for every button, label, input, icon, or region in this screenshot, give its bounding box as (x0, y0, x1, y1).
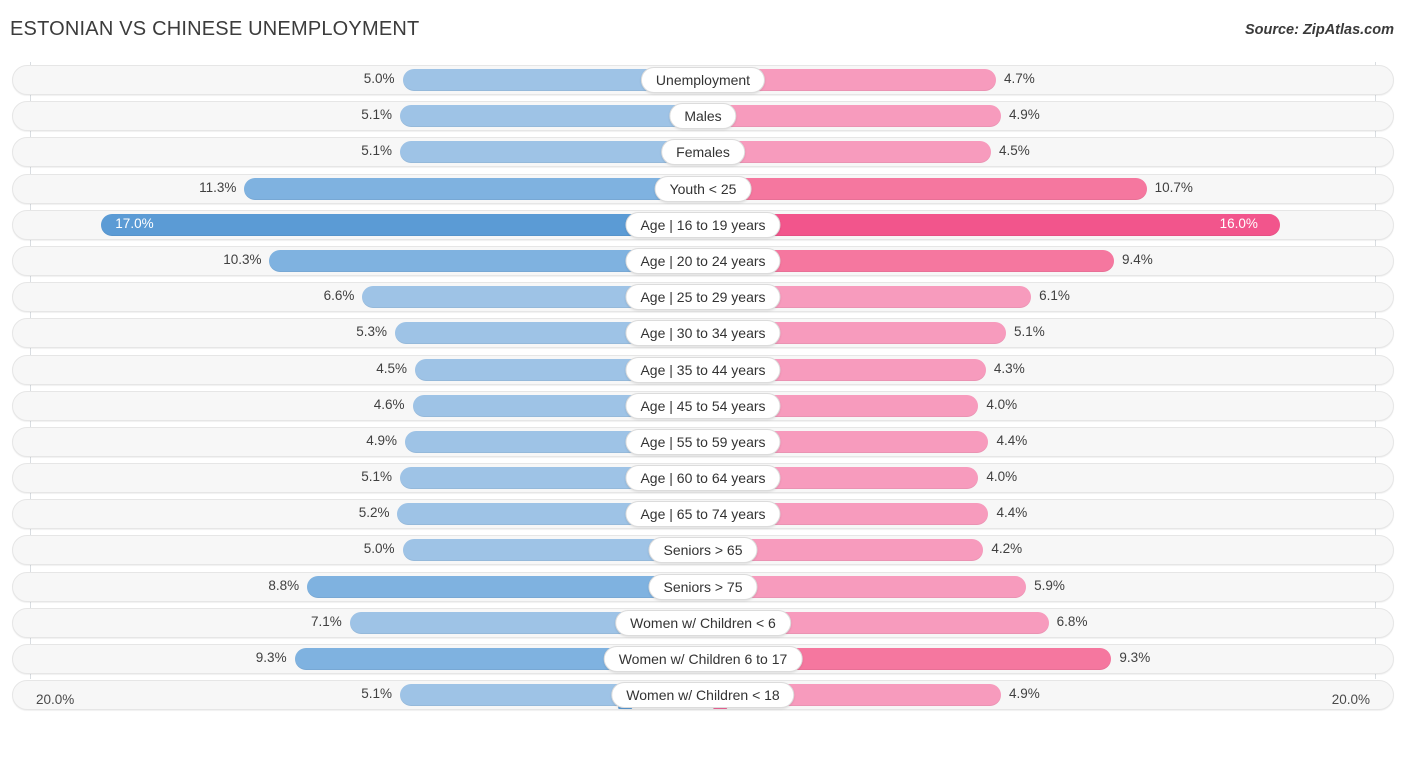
bar-chinese[interactable] (703, 141, 991, 164)
bar-row[interactable]: 8.8% 5.9% Seniors > 75 (0, 569, 1406, 605)
plot-area: 5.0% 4.7% Unemployment 5.1% 4.9% Males 5.1% 4.5… (0, 62, 1406, 717)
category-label: Age | 55 to 59 years (625, 428, 781, 455)
page-title: ESTONIAN VS CHINESE UNEMPLOYMENT (10, 18, 420, 40)
value-label-chinese: 4.4% (996, 432, 1028, 448)
bar-chinese[interactable] (703, 177, 1147, 200)
bar-estonian[interactable] (400, 141, 703, 164)
value-label-estonian: 5.1% (361, 686, 392, 702)
value-label-chinese: 4.0% (986, 469, 1018, 485)
category-label: Age | 35 to 44 years (625, 356, 781, 383)
bar-row[interactable]: 5.1% 4.5% Females (0, 134, 1406, 170)
category-label: Women w/ Children < 6 (615, 609, 791, 636)
bar-row[interactable]: 5.0% 4.2% Seniors > 65 (0, 532, 1406, 568)
bar-estonian[interactable] (244, 177, 703, 200)
value-label-chinese: 6.8% (1056, 613, 1088, 629)
value-label-chinese: 6.1% (1039, 288, 1070, 304)
value-label-chinese: 4.5% (998, 143, 1030, 159)
value-label-estonian: 9.3% (255, 650, 287, 665)
bar-row[interactable]: 11.3% 10.7% Youth < 25 (0, 171, 1406, 207)
value-label-estonian: 5.0% (363, 71, 395, 86)
value-label-chinese: 5.1% (1014, 324, 1045, 340)
category-label: Women w/ Children 6 to 17 (603, 646, 803, 672)
bar-row[interactable]: 4.9% 4.4% Age | 55 to 59 years (0, 424, 1406, 460)
category-label: Age | 45 to 54 years (625, 392, 781, 419)
value-label-chinese: 9.3% (1119, 650, 1151, 665)
bar-chinese[interactable] (703, 105, 1001, 128)
value-label-estonian: 5.1% (361, 143, 392, 159)
value-label-estonian: 5.1% (361, 107, 392, 123)
category-label: Age | 65 to 74 years (625, 501, 781, 528)
value-label-estonian: 11.3% (199, 179, 237, 195)
bar-row[interactable]: 5.0% 4.7% Unemployment (0, 62, 1406, 98)
value-label-chinese: 4.4% (996, 505, 1028, 521)
bar-rows: 5.0% 4.7% Unemployment 5.1% 4.9% Males 5.1% 4.5… (0, 62, 1406, 713)
value-label-estonian: 7.1% (311, 613, 342, 629)
value-label-estonian: 4.9% (366, 432, 398, 448)
bar-row[interactable]: 5.3% 5.1% Age | 30 to 34 years (0, 315, 1406, 351)
bar-estonian[interactable] (101, 213, 703, 236)
category-label: Unemployment (640, 67, 766, 93)
category-label: Age | 25 to 29 years (625, 284, 781, 311)
source-attribution: Source: ZipAtlas.com (1244, 22, 1394, 38)
value-label-chinese: 10.7% (1154, 179, 1193, 195)
bar-estonian[interactable] (400, 105, 703, 128)
bar-row[interactable]: 4.5% 4.3% Age | 35 to 44 years (0, 352, 1406, 388)
value-label-estonian: 10.3% (223, 251, 262, 267)
value-label-estonian: 4.5% (376, 360, 408, 376)
chart-root: ESTONIAN VS CHINESE UNEMPLOYMENT Source:… (0, 0, 1406, 757)
category-label: Age | 30 to 34 years (625, 320, 781, 347)
value-label-chinese: 4.2% (991, 541, 1023, 557)
bar-row[interactable]: 10.3% 9.4% Age | 20 to 24 years (0, 243, 1406, 279)
value-label-chinese: 5.9% (1034, 577, 1065, 593)
bar-row[interactable]: 5.1% 4.9% Women w/ Children < 18 (0, 677, 1406, 713)
value-label-chinese: 4.7% (1003, 71, 1035, 86)
value-label-chinese: 4.0% (986, 396, 1018, 412)
value-label-estonian: 6.6% (323, 288, 355, 304)
category-label: Seniors > 75 (648, 573, 758, 600)
value-label-estonian: 8.8% (268, 577, 300, 593)
bar-row[interactable]: 7.1% 6.8% Women w/ Children < 6 (0, 605, 1406, 641)
bar-row[interactable]: 5.1% 4.0% Age | 60 to 64 years (0, 460, 1406, 496)
category-label: Females (661, 139, 745, 166)
value-label-chinese: 16.0% (1219, 215, 1258, 231)
value-label-chinese: 4.9% (1008, 107, 1040, 123)
value-label-estonian: 4.6% (373, 396, 405, 412)
axis-label-left: 20.0% (36, 692, 75, 707)
bar-row[interactable]: 5.1% 4.9% Males (0, 98, 1406, 134)
bar-row[interactable]: 4.6% 4.0% Age | 45 to 54 years (0, 388, 1406, 424)
bar-row[interactable]: 5.2% 4.4% Age | 65 to 74 years (0, 496, 1406, 532)
value-label-chinese: 4.3% (993, 360, 1025, 376)
bar-row[interactable]: 9.3% 9.3% Women w/ Children 6 to 17 (0, 641, 1406, 677)
bar-estonian[interactable] (307, 575, 703, 598)
category-label: Age | 60 to 64 years (625, 465, 781, 492)
value-label-estonian: 5.0% (363, 541, 395, 557)
bar-row[interactable]: 17.0% 16.0% Age | 16 to 19 years (0, 207, 1406, 243)
value-label-estonian: 5.1% (361, 469, 392, 485)
category-label: Women w/ Children < 18 (611, 682, 795, 709)
value-label-estonian: 17.0% (115, 215, 154, 231)
value-label-chinese: 9.4% (1121, 251, 1153, 267)
axis-label-right: 20.0% (1331, 692, 1370, 707)
category-label: Youth < 25 (654, 175, 752, 202)
bar-row[interactable]: 6.6% 6.1% Age | 25 to 29 years (0, 279, 1406, 315)
category-label: Males (669, 103, 737, 130)
value-label-estonian: 5.3% (356, 324, 387, 340)
category-label: Age | 20 to 24 years (625, 247, 781, 274)
bar-chinese[interactable] (703, 213, 1280, 236)
category-label: Seniors > 65 (648, 537, 758, 564)
value-label-estonian: 5.2% (358, 505, 390, 521)
value-label-chinese: 4.9% (1008, 686, 1040, 702)
category-label: Age | 16 to 19 years (625, 211, 781, 238)
